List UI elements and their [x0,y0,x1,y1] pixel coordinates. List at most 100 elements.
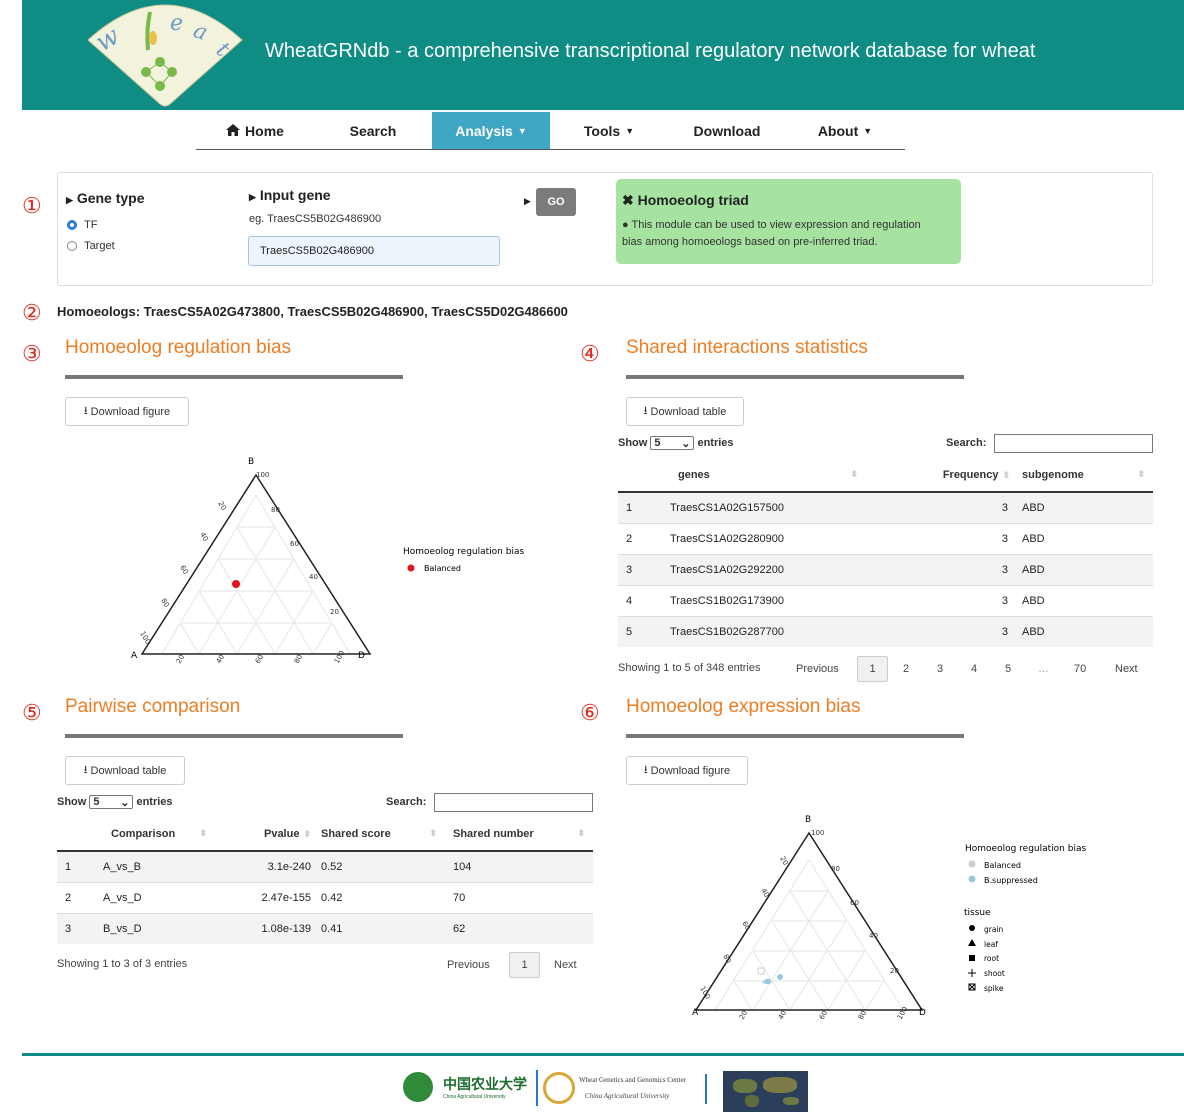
radio-tf[interactable]: TF [67,219,98,231]
legend-root-label: root [984,954,999,963]
legend-leaf-label: leaf [984,940,998,949]
world-map-image[interactable] [723,1071,808,1112]
site-title: WheatGRNdb - a comprehensive transcripti… [265,40,1036,62]
radio-tf-button[interactable] [67,220,77,231]
marker-1: ① [22,193,42,218]
download-figure-button[interactable]: ⭳ Download figure [626,756,748,785]
tick-bottom-80: 80 [293,653,304,665]
homoeologs-line: Homoeologs: TraesCS5A02G473800, TraesCS5… [57,304,568,319]
pagination-page-5[interactable]: 5 [1005,663,1011,675]
col-comparison[interactable]: Comparison ⬍ [103,818,215,852]
legend-grain-label: grain [984,925,1004,934]
corner-a-label: A [131,651,138,661]
pairwise-table: Comparison ⬍ Pvalue ⬍ Shared score ⬍ Shared… [57,818,593,944]
nav-about[interactable]: About ▼ [786,112,904,149]
download-icon: ⭳ [83,764,88,776]
nav-analysis[interactable]: Analysis ▼ [432,112,550,149]
caret-right-icon: ▶ [249,192,256,202]
download-icon: ⭳ [643,764,648,776]
sort-icon: ⬍ [1137,469,1145,479]
col-shared-number[interactable]: Shared number ⬍ [445,818,593,852]
section-title-expression-bias: Homoeolog expression bias [626,696,861,717]
tick-right-40: 40 [869,932,878,940]
input-gene-label: ▶ Input gene [249,187,331,203]
legend-shoot-shape [968,969,976,977]
download-table-button[interactable]: ⭳ Download table [65,756,185,785]
cau-logo-cn: 中国农业大学 [443,1076,527,1092]
section-title-pairwise: Pairwise comparison [65,696,241,717]
legend-shoot-label: shoot [984,969,1005,978]
search-input[interactable] [994,434,1153,453]
download-table-button[interactable]: ⭳ Download table [626,397,744,426]
pagination-page-2[interactable]: 2 [903,663,909,675]
pagination-next[interactable]: Next [554,959,577,971]
nav-download[interactable]: Download [668,112,786,149]
nav-tools[interactable]: Tools ▼ [550,112,668,149]
col-genes[interactable]: genes ⬍ [670,459,866,493]
pagination-page-1[interactable]: 1 [857,656,888,682]
caret-down-icon: ▼ [863,125,873,136]
wggc-logo[interactable]: Wheat Genetics and Genomics Center China… [543,1070,703,1106]
col-subgenome[interactable]: subgenome ⬍ [1010,459,1153,493]
tick-right-20: 20 [890,967,899,975]
col-shared-score[interactable]: Shared score ⬍ [311,818,445,852]
length-select[interactable]: 5 ⌄ [89,795,134,809]
regulation-bias-ternary-plot: B A D 100 80 60 40 20 20 40 60 80 100 20… [131,457,524,665]
sort-icon: ⬍ [1002,470,1010,480]
radio-target[interactable]: Target [67,240,115,252]
info-box: ✖ Homoeolog triad ● This module can be u… [616,179,961,264]
pagination-page-4[interactable]: 4 [971,663,977,675]
info-title: ✖ Homoeolog triad [622,192,749,208]
comment-icon: ● [622,219,629,231]
cau-logo-en: China Agricultural University [443,1094,506,1100]
shared-interactions-table: genes ⬍ Frequency ⬍ subgenome ⬍ 1 TraesCS1A0… [618,459,1153,647]
tools-icon: ✖ [622,192,634,208]
tick-left-60: 60 [178,564,189,576]
radio-tf-label: TF [84,219,98,231]
pagination-next[interactable]: Next [1115,663,1138,675]
caret-down-icon: ▼ [625,125,635,136]
download-icon: ⭳ [643,405,648,417]
length-control: Show 5 ⌄ entries [618,436,734,450]
footer-separator [536,1070,538,1106]
go-button[interactable]: GO [536,188,576,216]
length-control: Show 5 ⌄ entries [57,795,173,809]
marker-2: ② [22,300,42,325]
search-label: Search: [386,796,427,808]
main-nav: Home Search Analysis ▼ Tools ▼ Download Ab… [196,112,905,150]
gene-input[interactable] [248,236,500,266]
cau-logo[interactable]: 中国农业大学 China Agricultural University [403,1070,533,1106]
input-panel [57,172,1153,286]
col-frequency[interactable]: Frequency ⬍ [866,459,1010,493]
wheat-logo[interactable]: w e a t [80,0,250,108]
tick-bottom-60: 60 [254,653,265,665]
table-row: 1 A_vs_B 3.1e-240 0.52 104 [57,850,593,882]
nav-search-label: Search [349,122,397,139]
search-input[interactable] [434,793,593,812]
table-info: Showing 1 to 3 of 3 entries [57,958,188,970]
nav-home[interactable]: Home [196,112,314,149]
corner-b-label: B [805,815,811,825]
marker-5: ⑤ [22,700,42,725]
pagination-page-1[interactable]: 1 [509,952,540,978]
table-row: 3 B_vs_D 1.08e-139 0.41 62 [57,912,593,944]
wggc-emblem-icon [543,1072,575,1104]
col-pvalue[interactable]: Pvalue ⬍ [215,818,311,852]
pagination-previous[interactable]: Previous [796,663,839,675]
radio-target-button[interactable] [67,241,77,252]
search-label: Search: [946,437,987,449]
pagination-page-70[interactable]: 70 [1074,663,1086,675]
wggc-logo-line1: Wheat Genetics and Genomics Center [579,1076,686,1084]
legend-grain-shape [969,925,975,931]
download-figure-button[interactable]: ⭳ Download figure [65,397,189,426]
length-select[interactable]: 5 ⌄ [650,436,695,450]
pagination-page-3[interactable]: 3 [937,663,943,675]
section-title-regulation-bias: Homoeolog regulation bias [65,337,292,358]
input-gene-example: eg. TraesCS5B02G486900 [249,213,382,225]
nav-home-label: Home [245,122,284,139]
legend-bsuppressed-dot [968,875,976,883]
nav-search[interactable]: Search [314,112,432,149]
pagination-previous[interactable]: Previous [447,959,490,971]
corner-b-label: B [248,457,254,467]
section-divider [65,734,403,738]
